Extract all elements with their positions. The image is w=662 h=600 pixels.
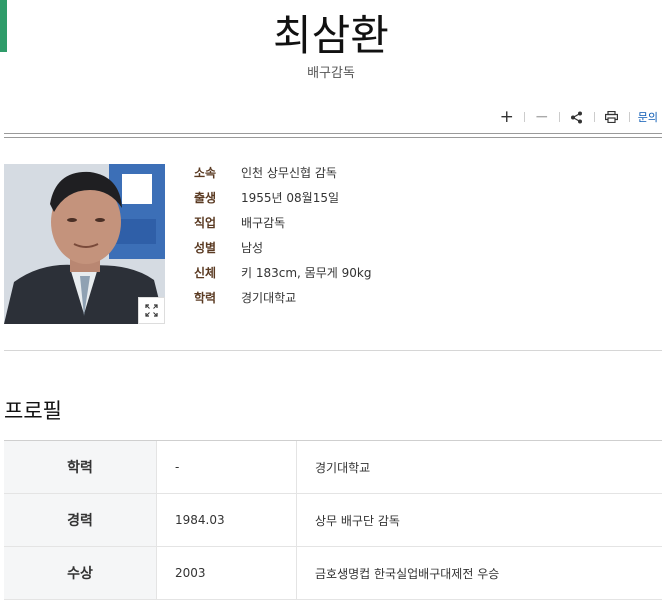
table-row: 학력 - 경기대학교	[4, 441, 662, 494]
table-cell-content: 상무 배구단 감독	[315, 513, 400, 528]
share-button[interactable]	[560, 108, 594, 126]
profile-photo[interactable]	[4, 164, 165, 324]
info-value: 키 183cm, 몸무게 90kg	[241, 266, 372, 280]
font-size-decrease-button[interactable]: −	[525, 107, 559, 127]
info-label: 학력	[194, 291, 217, 305]
info-row-affiliation: 소속 인천 상무신협 감독	[194, 160, 371, 185]
info-label: 성별	[194, 241, 217, 255]
page-title: 최삼환	[273, 11, 389, 60]
profile-table: 학력 - 경기대학교 경력 1984.03 상무 배구단 감독 수상 2003 …	[4, 440, 662, 600]
info-row-birth: 출생 1955년 08월15일	[194, 185, 371, 210]
info-row-education: 학력 경기대학교	[194, 285, 371, 310]
info-value: 배구감독	[241, 216, 286, 230]
plus-icon: +	[499, 107, 514, 127]
info-label: 신체	[194, 266, 217, 280]
photo-expand-button[interactable]	[138, 297, 165, 324]
inquiry-link[interactable]: 문의	[630, 109, 658, 125]
basic-info-list: 소속 인천 상무신협 감독 출생 1955년 08월15일 직업 배구감독 성별…	[194, 160, 371, 310]
info-label: 소속	[194, 166, 217, 180]
table-cell-year: 2003	[157, 547, 297, 599]
info-row-body: 신체 키 183cm, 몸무게 90kg	[194, 260, 371, 285]
info-value: 남성	[241, 241, 264, 255]
info-row-occupation: 직업 배구감독	[194, 210, 371, 235]
table-cell-year: -	[157, 441, 297, 493]
info-value: 인천 상무신협 감독	[241, 166, 337, 180]
section-divider	[4, 350, 662, 351]
table-cell-content: 경기대학교	[315, 460, 371, 475]
minus-icon: −	[534, 107, 549, 127]
table-cell-category: 학력	[4, 441, 157, 493]
info-value: 1955년 08월15일	[241, 191, 340, 205]
font-size-increase-button[interactable]: +	[490, 107, 524, 127]
expand-icon	[145, 304, 158, 317]
table-cell-category: 수상	[4, 547, 157, 599]
page-subtitle: 배구감독	[307, 66, 355, 81]
print-icon	[605, 111, 619, 123]
info-row-gender: 성별 남성	[194, 235, 371, 260]
table-cell-content: 금호생명컵 한국실업배구대제전 우승	[315, 566, 500, 581]
toolbar: + − 문의	[490, 107, 658, 127]
info-value: 경기대학교	[241, 291, 297, 305]
info-label: 출생	[194, 191, 217, 205]
table-cell-year: 1984.03	[157, 494, 297, 546]
info-label: 직업	[194, 216, 217, 230]
profile-section-title: 프로필	[4, 399, 62, 423]
share-icon	[571, 111, 583, 123]
table-row: 수상 2003 금호생명컵 한국실업배구대제전 우승	[4, 547, 662, 600]
header-divider	[4, 133, 662, 138]
table-cell-category: 경력	[4, 494, 157, 546]
print-button[interactable]	[595, 108, 629, 126]
table-row: 경력 1984.03 상무 배구단 감독	[4, 494, 662, 547]
